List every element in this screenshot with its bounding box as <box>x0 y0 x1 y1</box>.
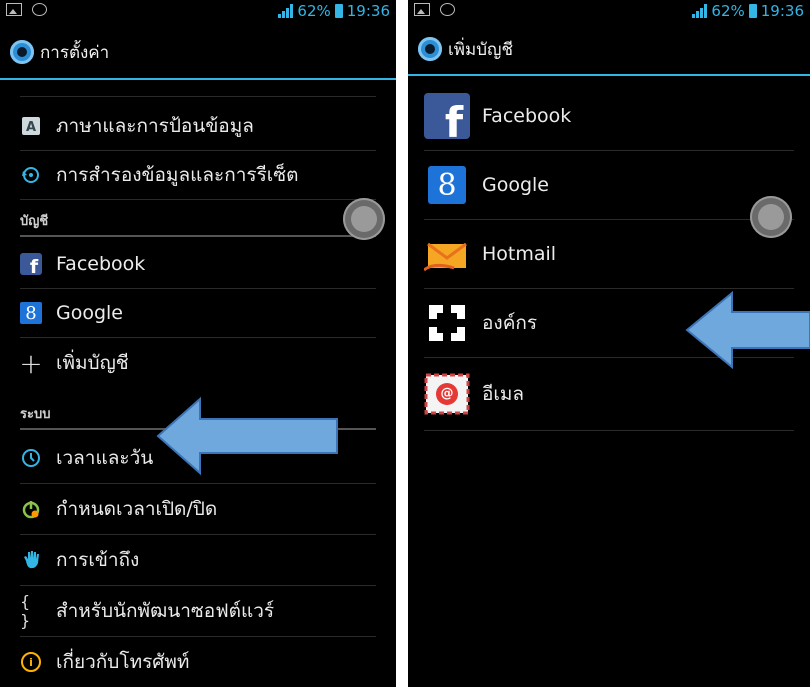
google-icon: 8 <box>424 162 470 208</box>
settings-item-developer[interactable]: { } สำหรับนักพัฒนาซอฟต์แวร์ <box>20 586 376 637</box>
battery-percent: 62% <box>297 2 331 20</box>
keyboard-icon: A <box>20 115 42 137</box>
settings-item-about-phone[interactable]: i เกี่ยวกับโทรศัพท์ <box>20 637 376 687</box>
account-type-label: Hotmail <box>482 243 557 265</box>
clock-icon <box>20 447 42 469</box>
battery-icon <box>748 4 757 18</box>
screenshot-notification-icon <box>6 3 22 16</box>
clock-time: 19:36 <box>346 2 390 20</box>
settings-item-label: เวลาและวัน <box>56 447 154 469</box>
account-type-label: อีเมล <box>482 383 525 405</box>
status-bar: 62% 19:36 <box>408 0 810 25</box>
settings-item-power-schedule[interactable]: กำหนดเวลาเปิด/ปิด <box>20 484 376 535</box>
section-header-accounts: บัญชี <box>20 210 376 237</box>
settings-item-backup[interactable]: การสำรองข้อมูลและการรีเซ็ต <box>20 151 376 200</box>
settings-screen: 62% 19:36 การตั้งค่า A ภาษาและการป้อนข้อ… <box>0 0 396 687</box>
page-title: การตั้งค่า <box>40 42 110 63</box>
braces-icon: { } <box>20 592 31 630</box>
backup-reset-icon <box>20 164 42 186</box>
settings-item-label: การเข้าถึง <box>56 549 140 571</box>
account-type-hotmail[interactable]: Hotmail <box>424 220 794 289</box>
google-icon: 8 <box>20 302 42 324</box>
facebook-icon: f <box>20 253 42 275</box>
signal-icon <box>692 4 708 18</box>
account-type-label: Facebook <box>482 105 572 127</box>
info-icon: i <box>20 651 42 673</box>
status-bar: 62% 19:36 <box>0 0 396 25</box>
facebook-icon: f <box>424 93 470 139</box>
settings-item-label: Facebook <box>56 253 146 275</box>
settings-item-label: เพิ่มบัญชี <box>56 352 129 374</box>
account-type-google[interactable]: 8 Google <box>424 151 794 220</box>
settings-item-label: ภาษาและการป้อนข้อมูล <box>56 115 254 137</box>
settings-item-label: เกี่ยวกับโทรศัพท์ <box>56 651 190 673</box>
svg-text:f: f <box>30 256 39 275</box>
page-title: เพิ่มบัญชี <box>448 39 514 60</box>
svg-text:A: A <box>26 120 36 135</box>
chat-notification-icon <box>440 3 455 16</box>
pointer-arrow-icon <box>685 290 810 370</box>
battery-percent: 62% <box>711 2 745 20</box>
chat-notification-icon <box>32 3 47 16</box>
settings-item-facebook[interactable]: f Facebook <box>20 240 376 289</box>
action-bar: เพิ่มบัญชี <box>408 24 810 76</box>
floating-assistive-button[interactable] <box>343 198 385 240</box>
svg-text:f: f <box>445 98 464 139</box>
power-schedule-icon <box>20 498 42 520</box>
plus-icon: + <box>19 346 43 380</box>
settings-item-accessibility[interactable]: การเข้าถึง <box>20 535 376 586</box>
clock-time: 19:36 <box>760 2 804 20</box>
email-icon: @ <box>424 371 470 417</box>
add-account-screen: 62% 19:36 เพิ่มบัญชี f Facebook 8 Google… <box>408 0 810 687</box>
hotmail-icon <box>424 231 470 277</box>
action-bar: การตั้งค่า <box>0 26 396 80</box>
exchange-icon <box>424 300 470 346</box>
screenshot-notification-icon <box>414 3 430 16</box>
settings-item-label: กำหนดเวลาเปิด/ปิด <box>56 498 218 520</box>
settings-item-google[interactable]: 8 Google <box>20 289 376 338</box>
battery-icon <box>334 4 343 18</box>
settings-gear-icon[interactable] <box>418 37 442 61</box>
account-type-label: องค์กร <box>482 312 538 334</box>
floating-assistive-button[interactable] <box>750 196 792 238</box>
settings-item-label: Google <box>56 302 124 324</box>
settings-item-add-account[interactable]: + เพิ่มบัญชี <box>19 338 376 388</box>
signal-icon <box>278 4 294 18</box>
settings-item-label: การสำรองข้อมูลและการรีเซ็ต <box>56 164 299 186</box>
pointer-arrow-icon <box>156 396 338 476</box>
account-type-facebook[interactable]: f Facebook <box>424 82 794 151</box>
settings-gear-icon[interactable] <box>10 40 34 64</box>
hand-icon <box>20 549 42 571</box>
settings-item-label: สำหรับนักพัฒนาซอฟต์แวร์ <box>56 600 275 622</box>
settings-item-language[interactable]: A ภาษาและการป้อนข้อมูล <box>20 102 376 151</box>
account-type-label: Google <box>482 174 550 196</box>
